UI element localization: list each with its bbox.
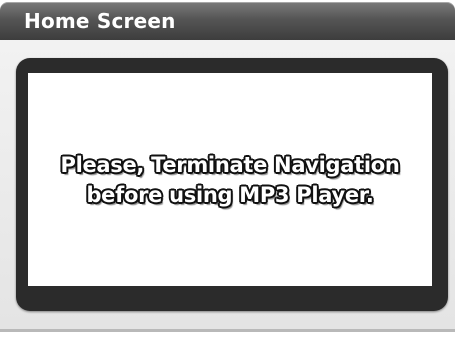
message-line-1: Please, Terminate Navigation <box>60 152 400 177</box>
message-dialog: Please, Terminate Navigation before usin… <box>16 58 448 311</box>
message-panel: Please, Terminate Navigation before usin… <box>28 73 432 286</box>
home-screen: Home Screen Please, Terminate Navigation… <box>0 0 455 337</box>
message-line-2: before using MP3 Player. <box>86 182 374 207</box>
content-area: Please, Terminate Navigation before usin… <box>0 40 455 332</box>
page-title: Home Screen <box>24 9 176 33</box>
title-bar: Home Screen <box>0 2 455 40</box>
